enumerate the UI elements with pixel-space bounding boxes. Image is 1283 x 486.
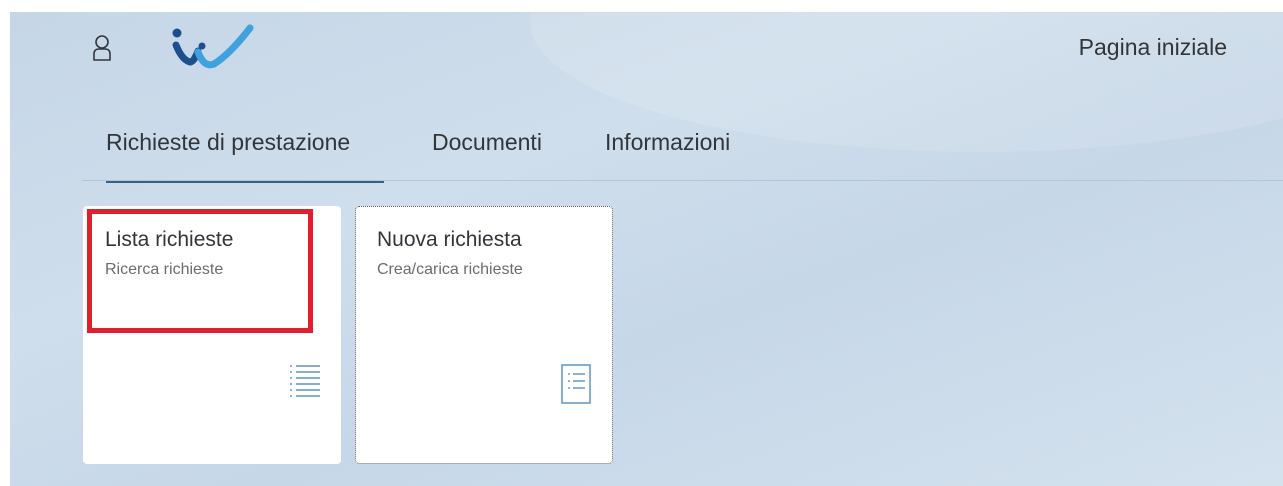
tab-bar: Richieste di prestazione Documenti Infor… [82,124,1283,188]
tile-lista-richieste[interactable]: Lista richieste Ricerca richieste [83,206,341,464]
checkmark-logo[interactable] [160,18,256,74]
shell-header: Pagina iniziale [10,12,1283,84]
tab-informazioni[interactable]: Informazioni [605,124,730,180]
tile-subtitle: Crea/carica richieste [377,261,523,278]
tile-nuova-richiesta[interactable]: Nuova richiesta Crea/carica richieste [355,206,613,464]
tile-title: Lista richieste [105,228,234,251]
tab-richieste-di-prestazione[interactable]: Richieste di prestazione [106,124,384,183]
tile-subtitle: Ricerca richieste [105,261,224,278]
tab-bar-divider [82,180,1283,181]
launchpad-shell: Pagina iniziale Richieste di prestazione… [10,12,1283,486]
list-icon [290,365,320,397]
home-link[interactable]: Pagina iniziale [1079,34,1227,61]
user-icon[interactable] [92,34,112,62]
form-document-icon [561,364,591,404]
tab-documenti[interactable]: Documenti [432,124,542,180]
tile-title: Nuova richiesta [377,228,522,251]
